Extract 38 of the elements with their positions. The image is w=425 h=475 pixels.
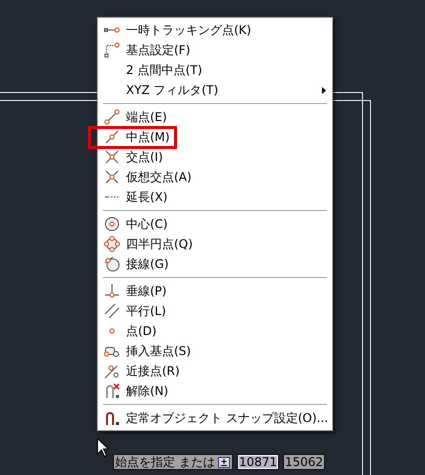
prompt-text: 始点を指定 または [115, 456, 215, 468]
endpoint-icon [104, 109, 120, 125]
base-point-icon [104, 42, 120, 58]
parallel-icon [104, 303, 120, 319]
menu-item[interactable]: 交点(I) [126, 148, 163, 166]
apparent-intersection-icon [104, 169, 120, 185]
dropdown-icon[interactable] [218, 456, 230, 468]
midpoint-icon [104, 129, 120, 145]
menu-item[interactable]: 定常オブジェクト スナップ設定(O)... [126, 409, 328, 427]
menu-item[interactable]: 挿入基点(S) [126, 342, 191, 360]
tangent-icon [104, 256, 120, 272]
menu-item[interactable]: 延長(X) [126, 188, 168, 206]
menu-item[interactable]: 一時トラッキング点(K) [126, 21, 252, 39]
nearest-icon [104, 363, 120, 379]
menu-item[interactable]: 端点(E) [126, 108, 167, 126]
quadrant-icon [104, 236, 120, 252]
magnet-off-icon [104, 383, 120, 399]
perpendicular-icon [104, 283, 120, 299]
submenu-arrow-icon [322, 86, 326, 94]
cursor-icon[interactable] [97, 438, 109, 457]
menu-item[interactable]: 接線(G) [126, 255, 169, 273]
menu-item[interactable]: 中心(C) [126, 215, 168, 233]
magnet-icon [104, 410, 120, 426]
menu-item[interactable]: 点(D) [126, 322, 157, 340]
y-coordinate-field[interactable]: 15062 [283, 454, 325, 470]
menu-item[interactable]: 解除(N) [126, 382, 168, 400]
menu-item[interactable]: 中点(M) [126, 128, 170, 146]
menu-item[interactable]: 2 点間中点(T) [126, 61, 202, 79]
x-coordinate-field[interactable]: 10871 [237, 454, 279, 470]
intersection-icon [104, 149, 120, 165]
menu-item[interactable]: 仮想交点(A) [126, 168, 192, 186]
menu-item[interactable]: XYZ フィルタ(T) [126, 81, 218, 99]
menu-item[interactable]: 垂線(P) [126, 282, 167, 300]
menu-item[interactable]: 平行(L) [126, 302, 166, 320]
menu-item[interactable]: 四半円点(Q) [126, 235, 193, 253]
menu-item[interactable]: 基点設定(F) [126, 41, 190, 59]
menu-item[interactable]: 近接点(R) [126, 362, 180, 380]
center-icon [104, 216, 120, 232]
